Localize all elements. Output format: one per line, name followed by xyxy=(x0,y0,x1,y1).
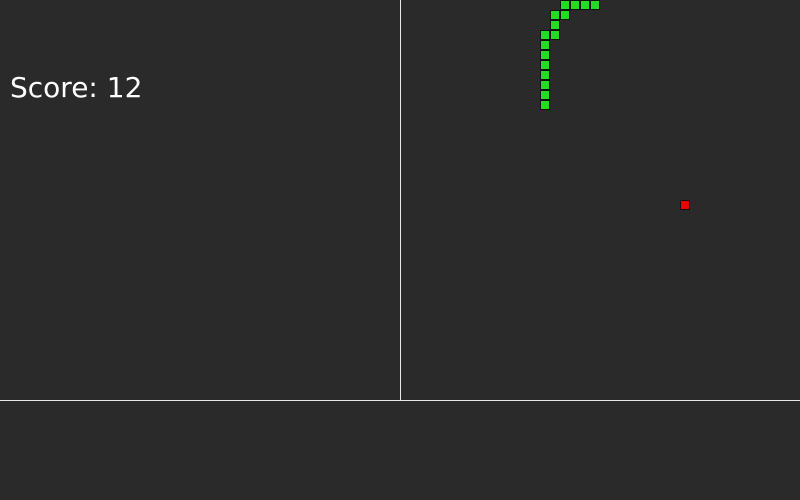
score-label: Score: 12 xyxy=(10,71,143,104)
bottom-panel xyxy=(0,401,800,500)
snake-segment xyxy=(540,60,550,70)
game-window: Score: 12 xyxy=(0,0,800,500)
snake-segment xyxy=(550,30,560,40)
food-pellet xyxy=(680,200,690,210)
snake-segment xyxy=(540,80,550,90)
snake-segment xyxy=(560,0,570,10)
snake-segment xyxy=(540,40,550,50)
snake-segment xyxy=(540,30,550,40)
snake-segment xyxy=(540,100,550,110)
snake-segment xyxy=(540,50,550,60)
snake-segment xyxy=(560,10,570,20)
snake-segment xyxy=(550,10,560,20)
game-board[interactable] xyxy=(401,0,800,400)
snake-segment xyxy=(540,90,550,100)
snake-head xyxy=(590,0,600,10)
snake-segment xyxy=(580,0,590,10)
snake-segment xyxy=(570,0,580,10)
snake-segment xyxy=(550,20,560,30)
snake-segment xyxy=(540,70,550,80)
